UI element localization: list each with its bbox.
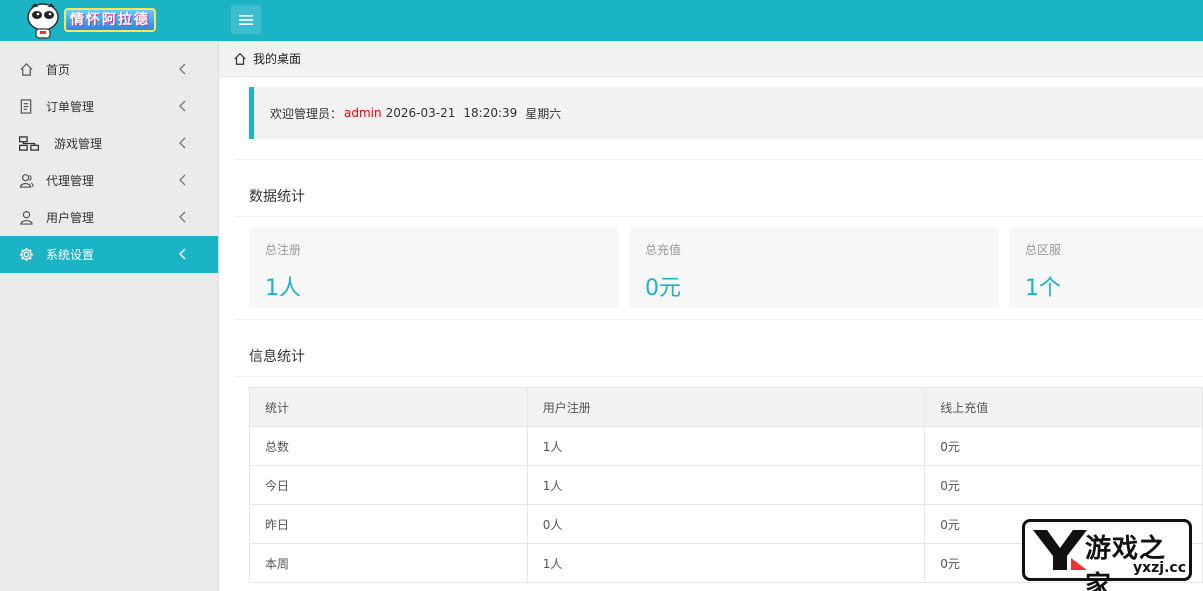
table-cell: 本周 (249, 543, 528, 583)
sidebar-item-home[interactable]: 首页 (0, 51, 218, 88)
table-cell: 1人 (526, 543, 926, 583)
gear-icon (18, 247, 34, 263)
table-cell: 1人 (526, 465, 926, 505)
chevron-left-icon (179, 100, 186, 112)
sidebar-item-label: 用户管理 (46, 211, 95, 225)
sidebar-item-users[interactable]: 用户管理 (0, 199, 218, 236)
current-weekday: 星期六 (525, 106, 562, 121)
table-cell: 0元 (924, 426, 1203, 466)
sidebar-item-label: 首页 (46, 63, 71, 77)
table-cell: 0人 (526, 504, 926, 544)
welcome-prefix: 欢迎管理员： (270, 106, 343, 121)
chevron-left-icon (179, 137, 186, 149)
menu-toggle-button[interactable] (231, 5, 261, 34)
sidebar-item-label: 游戏管理 (54, 137, 103, 151)
main-content: 我的桌面 欢迎管理员： admin 2026-03-21 18:20:39 星期… (219, 41, 1203, 591)
yx-logo-icon (1033, 529, 1087, 570)
sidebar-item-games[interactable]: 游戏管理 (0, 125, 218, 162)
admin-name: admin (344, 106, 382, 120)
table-row: 总数 1人 0元 (249, 426, 1203, 466)
home-icon (234, 52, 246, 65)
table-header-row: 统计 用户注册 线上充值 (249, 387, 1203, 427)
info-section-title: 信息统计 (249, 349, 305, 365)
sidebar-item-settings[interactable]: 系统设置 (0, 236, 218, 273)
divider (235, 319, 1203, 320)
stat-label: 总充值 (645, 243, 682, 257)
hamburger-icon (239, 14, 253, 25)
chevron-left-icon (178, 248, 186, 260)
table-cell: 昨日 (249, 504, 528, 544)
stat-card-servers: 总区服 1个 (1009, 227, 1203, 308)
chevron-left-icon (179, 174, 186, 186)
table-header-cell: 用户注册 (526, 387, 926, 427)
sitemap-icon (18, 136, 40, 152)
home-icon (18, 62, 34, 78)
stats-section-title: 数据统计 (249, 189, 305, 205)
stat-label: 总区服 (1025, 243, 1062, 257)
divider (235, 159, 1203, 160)
sidebar-item-label: 订单管理 (46, 100, 95, 114)
watermark-url: yxzj.cc (1133, 560, 1187, 576)
stat-card-registrations: 总注册 1人 (249, 227, 619, 308)
stat-card-recharge: 总充值 0元 (629, 227, 999, 308)
breadcrumb: 我的桌面 (219, 41, 1203, 77)
table-header-cell: 统计 (249, 387, 528, 427)
stat-value: 0元 (645, 276, 681, 301)
table-row: 今日 1人 0元 (249, 465, 1203, 505)
chevron-left-icon (179, 63, 186, 75)
watermark-badge: 游戏之家 yxzj.cc (1022, 519, 1192, 591)
sidebar-item-label: 系统设置 (46, 248, 95, 262)
sidebar-item-orders[interactable]: 订单管理 (0, 88, 218, 125)
table-cell: 今日 (249, 465, 528, 505)
sidebar-item-agents[interactable]: 代理管理 (0, 162, 218, 199)
breadcrumb-label: 我的桌面 (253, 52, 302, 66)
welcome-banner: 欢迎管理员： admin 2026-03-21 18:20:39 星期六 (249, 87, 1203, 139)
document-icon (18, 99, 34, 115)
table-cell: 总数 (249, 426, 528, 466)
cat-mascot-icon (27, 3, 59, 39)
top-header: 情怀阿拉德 (0, 0, 1203, 41)
divider (235, 376, 1203, 377)
current-time: 18:20:39 (463, 106, 518, 120)
logo[interactable]: 情怀阿拉德 (0, 0, 219, 41)
sidebar-item-label: 代理管理 (46, 174, 95, 188)
table-cell: 0元 (924, 465, 1203, 505)
stat-value: 1人 (265, 276, 301, 301)
table-header-cell: 线上充值 (924, 387, 1203, 427)
current-date: 2026-03-21 (385, 106, 456, 120)
logo-text: 情怀阿拉德 (64, 8, 156, 32)
chevron-left-icon (179, 211, 186, 223)
stat-value: 1个 (1025, 276, 1061, 301)
table-cell: 1人 (526, 426, 926, 466)
users-icon (18, 173, 34, 189)
stat-label: 总注册 (265, 243, 302, 257)
user-icon (18, 210, 34, 226)
divider (235, 216, 1203, 217)
sidebar: 首页 订单管理 游戏管理 代理管理 用户管理 系统设置 (0, 41, 219, 591)
